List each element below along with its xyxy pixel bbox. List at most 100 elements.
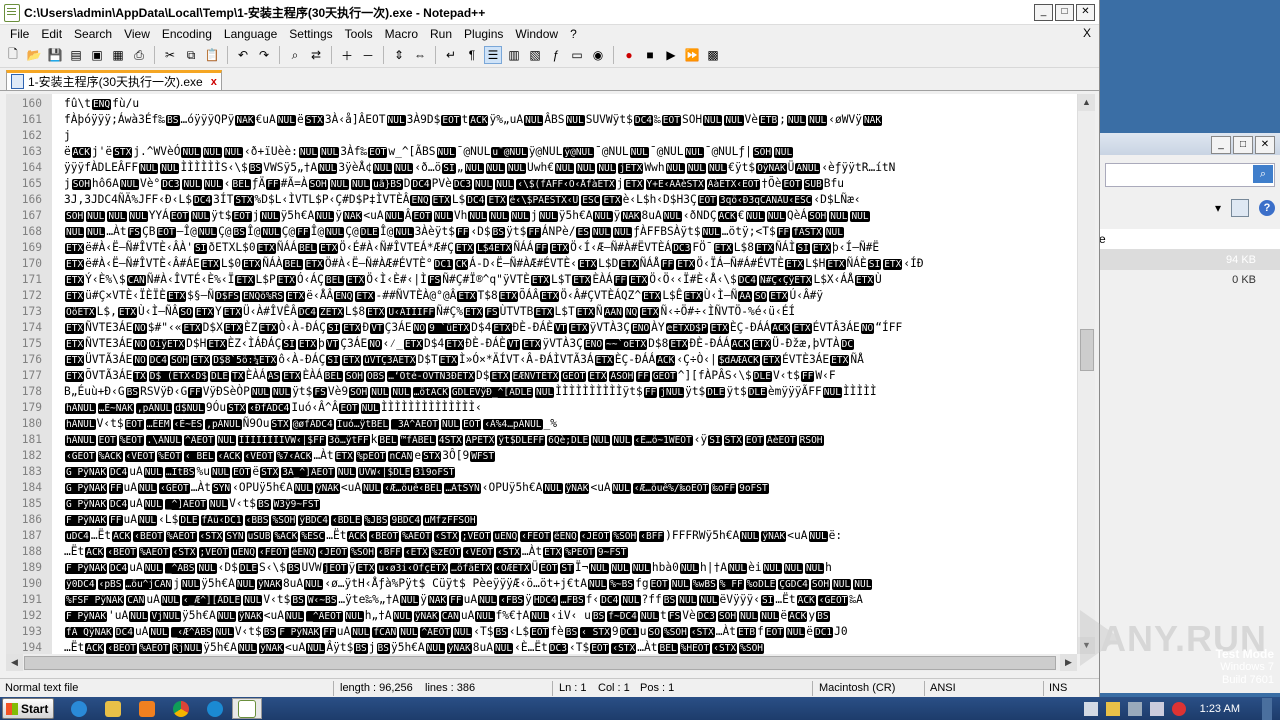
code-line[interactable]: 193 fÀ QÿNAK DC4 uA NUL _‹Æ^ÂBS NUL V‹t$ BS F PÿN… (6, 624, 1077, 640)
taskbar-ie[interactable] (64, 698, 94, 719)
flag-icon[interactable] (1083, 701, 1098, 716)
code-line[interactable]: 191 %FSF PÿNAK CAN uA NUL ‹_Æ^][ÂDLE NUL V‹t$ BS… (6, 592, 1077, 608)
code-line[interactable]: 192 F PÿNAK'uA NUL VjNUL ÿ5h€A NUL ÿNAK <uA NUL _… (6, 608, 1077, 624)
cut-icon[interactable]: ✂ (161, 46, 179, 64)
editor-area[interactable]: 160 fû\t ENQ fù/u 161 fÀþóÿÿÿ;Áwà3Éf‰ BS …óÿÿÿQ… (6, 94, 1077, 654)
status-eol[interactable]: Macintosh (CR) (819, 682, 895, 694)
start-button[interactable]: Start (2, 698, 54, 719)
code-line[interactable]: 183 G PÿNAK DC4 uA NUL …ItBS %u NUL EOT ë STX 3À_^]… (6, 464, 1077, 480)
horizontal-scrollbar[interactable]: ◀ ▶ (6, 654, 1077, 671)
folder-tray-icon[interactable] (1105, 701, 1120, 716)
code-line[interactable]: 161 fÀþóÿÿÿ;Áwà3Éf‰ BS …óÿÿÿQPÿ NAK €uA NUL ë ST… (6, 112, 1077, 128)
redo-icon[interactable]: ↷ (255, 46, 273, 64)
code-line[interactable]: 164 ÿÿÿfÀDLEÂFF NUL NUL ÌÌÌÌÌÌS‹\$ BS VWSÿ5„†A… (6, 160, 1077, 176)
save-macro-icon[interactable]: ▩ (704, 46, 722, 64)
close-button[interactable]: ✕ (1076, 4, 1095, 21)
vertical-scroll-thumb[interactable] (1080, 329, 1094, 371)
code-line[interactable]: 165 j SOH hô6A NUL Vè° DC3 NUL NUL ‹ BEL ƒÄ FF #Ã=À SO… (6, 176, 1077, 192)
menu-window[interactable]: Window (509, 27, 564, 41)
code-line[interactable]: 166 3J,3JDC4ÑÄ%JFF‹Ð‹L$ DC4 3ÍT STX %D$L‹ÌVTL… (6, 192, 1077, 208)
menu-edit[interactable]: Edit (35, 27, 68, 41)
menu-plugins[interactable]: Plugins (458, 27, 509, 41)
bg-file-row[interactable]: 0 KB (1099, 270, 1280, 290)
close-document-x[interactable]: X (1083, 26, 1091, 40)
close-file-icon[interactable]: ▣ (88, 46, 106, 64)
doc-map-icon[interactable]: ▧ (526, 46, 544, 64)
menu-search[interactable]: Search (68, 27, 118, 41)
bg-search-input[interactable]: ⌕ (1105, 163, 1275, 187)
word-wrap-icon[interactable]: ↵ (442, 46, 460, 64)
bg-maximize-button[interactable]: □ (1233, 136, 1253, 154)
undo-icon[interactable]: ↶ (234, 46, 252, 64)
folder-workspace-icon[interactable]: ▭ (568, 46, 586, 64)
menu-help[interactable]: ? (564, 27, 583, 41)
dropdown-arrow-icon[interactable]: ▾ (1215, 201, 1221, 215)
code-line[interactable]: 162 j (6, 128, 1077, 144)
record-macro-icon[interactable]: ● (620, 46, 638, 64)
zoom-in-icon[interactable]: ＋ (338, 46, 356, 64)
menu-settings[interactable]: Settings (283, 27, 338, 41)
sync-scroll-v-icon[interactable]: ⇕ (390, 46, 408, 64)
menu-view[interactable]: View (118, 27, 156, 41)
menu-macro[interactable]: Macro (379, 27, 424, 41)
menu-encoding[interactable]: Encoding (156, 27, 218, 41)
bg-file-row[interactable]: 94 KB (1099, 250, 1280, 270)
code-line[interactable]: 171 ETX Ý‹È%\$ CAN Ñ#À‹ÎVTÉ‹È%‹Ï ETX L$P ETX Ó‹Á… (6, 272, 1077, 288)
print-icon[interactable]: ⎙ (130, 46, 148, 64)
indent-guide-icon[interactable]: ☰ (484, 46, 502, 64)
paste-icon[interactable]: 📋 (203, 46, 221, 64)
bg-column-header[interactable]: e (1099, 229, 1280, 250)
stop-icon[interactable] (1171, 701, 1186, 716)
bg-minimize-button[interactable]: _ (1211, 136, 1231, 154)
menu-run[interactable]: Run (424, 27, 458, 41)
code-line[interactable]: 170 ETX ë#À‹Ë–Ñ#ÎVTÈ‹Â#ÁE ETX L$0 ETX ÑÁÀ BEL ET… (6, 256, 1077, 272)
code-line[interactable]: 190 ÿ0DC4 ‹pBS …öu^jCAN j NUL ÿ5h€A NUL ÿNAK 8uA N… (6, 576, 1077, 592)
code-line[interactable]: 180 hÀNUL V‹t$ EOT …ÉEM ‹È~ES ,pÀNUL Ñ9Ou STX @øf… (6, 416, 1077, 432)
view-icon[interactable] (1231, 199, 1249, 217)
new-file-icon[interactable]: 🗋 (4, 46, 22, 64)
minimize-button[interactable]: _ (1034, 4, 1053, 21)
monitoring-icon[interactable]: ◉ (589, 46, 607, 64)
title-bar[interactable]: C:\Users\admin\AppData\Local\Temp\1-安装主程… (0, 0, 1099, 25)
tab-active-file[interactable]: 1-安装主程序(30天执行一次).exe x (6, 70, 222, 90)
menu-tools[interactable]: Tools (339, 27, 379, 41)
code-line[interactable]: 174 ETX ÑVTE3ÁE NO $#"‹« ETX D$X ETX ÈZ ETX Ò‹À-ÐÁ… (6, 320, 1077, 336)
copy-icon[interactable]: ⧉ (182, 46, 200, 64)
code-line[interactable]: 176 ETX ÜVTÃ3ÁE NO DC4 SOH ETX D$8`5ö:¼ETX ô‹À-Ð… (6, 352, 1077, 368)
code-line[interactable]: 172 ETX ü#Ç×VTÈ‹ÏÈÏÈ ETX $§–Ñ D$FS ÈNQö%RS ETX ë… (6, 288, 1077, 304)
taskbar-explorer[interactable] (98, 698, 128, 719)
status-insert-mode[interactable]: INS (1049, 682, 1067, 694)
code-line[interactable]: 186 F PÿNAK FF uA NUL ‹L$ DLE fÀü‹DC1 ‹BBS %SOH ÿB… (6, 512, 1077, 528)
code-line[interactable]: 173 ÕöETX L$, ETX Ù‹Ì–ÑÂ SO ETX Y ETX Ü‹À#ÎVÊÂ DC4… (6, 304, 1077, 320)
menu-language[interactable]: Language (218, 27, 283, 41)
scroll-up-icon[interactable]: ▲ (1078, 94, 1095, 111)
code-line[interactable]: 175 ETX ÑVTE3ÁE NO ÒiÿETX D$H ETX ÈZ‹ÌÁÐÁÇ SI ETX… (6, 336, 1077, 352)
vertical-scrollbar[interactable]: ▲ ▼ (1077, 94, 1095, 654)
code-line[interactable]: 169 ETX ë#À‹Ë–Ñ#ÎVTÈ‹ÂÀ' SI ðETXL$0 ETX ÑÁÁ BEL… (6, 240, 1077, 256)
replace-icon[interactable]: ⇄ (307, 46, 325, 64)
code-line[interactable]: 179 hÀNUL …È~NAK ,pÀNUL d$NUL 9Óu STX ‹ÐfÀDC4 Iu… (6, 400, 1077, 416)
clock[interactable]: 1:23 AM (1200, 703, 1240, 715)
code-line[interactable]: 185 G PÿNAK DC4 uA NUL _^]ÂEOT NUL V‹t$ BS W3ÿ9~F… (6, 496, 1077, 512)
code-line[interactable]: 177 ETX ÕVTÃ3ÁE TX D$ (ETX‹D$ DLE TX ÈÀÁ ÁS ETX ÈÀ… (6, 368, 1077, 384)
taskbar-edge[interactable] (200, 698, 230, 719)
network-icon[interactable] (1127, 701, 1142, 716)
run-macro-multiple-icon[interactable]: ⏩ (683, 46, 701, 64)
horizontal-scroll-thumb[interactable] (24, 656, 1056, 670)
code-line[interactable]: 163 ë ACK j'ë STX j.^WVèÓ NUL NUL NUL ‹ð+ïUèè: NUL… (6, 144, 1077, 160)
code-line[interactable]: 181 hÀNUL EOT %EOT .\ÀNUL ^ÂEOT NUL ÌÌÌÌÌÌÌIVW‹… (6, 432, 1077, 448)
code-line[interactable]: 160 fû\t ENQ fù/u (6, 96, 1077, 112)
scroll-left-icon[interactable]: ◀ (6, 654, 23, 671)
status-encoding[interactable]: ANSI (930, 682, 956, 694)
volume-icon[interactable] (1149, 701, 1164, 716)
tab-close-icon[interactable]: x (211, 76, 217, 88)
sync-scroll-h-icon[interactable]: ⇔ (411, 46, 429, 64)
code-line[interactable]: 178 B„Éuù+Ð‹G BS RSVÿÐ‹G FF VÿÐSèÒP NUL NUL ÿt$ F… (6, 384, 1077, 400)
close-all-icon[interactable]: ▦ (109, 46, 127, 64)
show-all-chars-icon[interactable]: ¶ (463, 46, 481, 64)
code-line[interactable]: 194 …Ët ACK ‹BEOT %AEOT RjNUL ÿ5h€A NUL ÿNAK <uA N… (6, 640, 1077, 654)
zoom-out-icon[interactable]: － (359, 46, 377, 64)
taskbar-media-player[interactable] (132, 698, 162, 719)
maximize-button[interactable]: □ (1055, 4, 1074, 21)
open-file-icon[interactable]: 📂 (25, 46, 43, 64)
